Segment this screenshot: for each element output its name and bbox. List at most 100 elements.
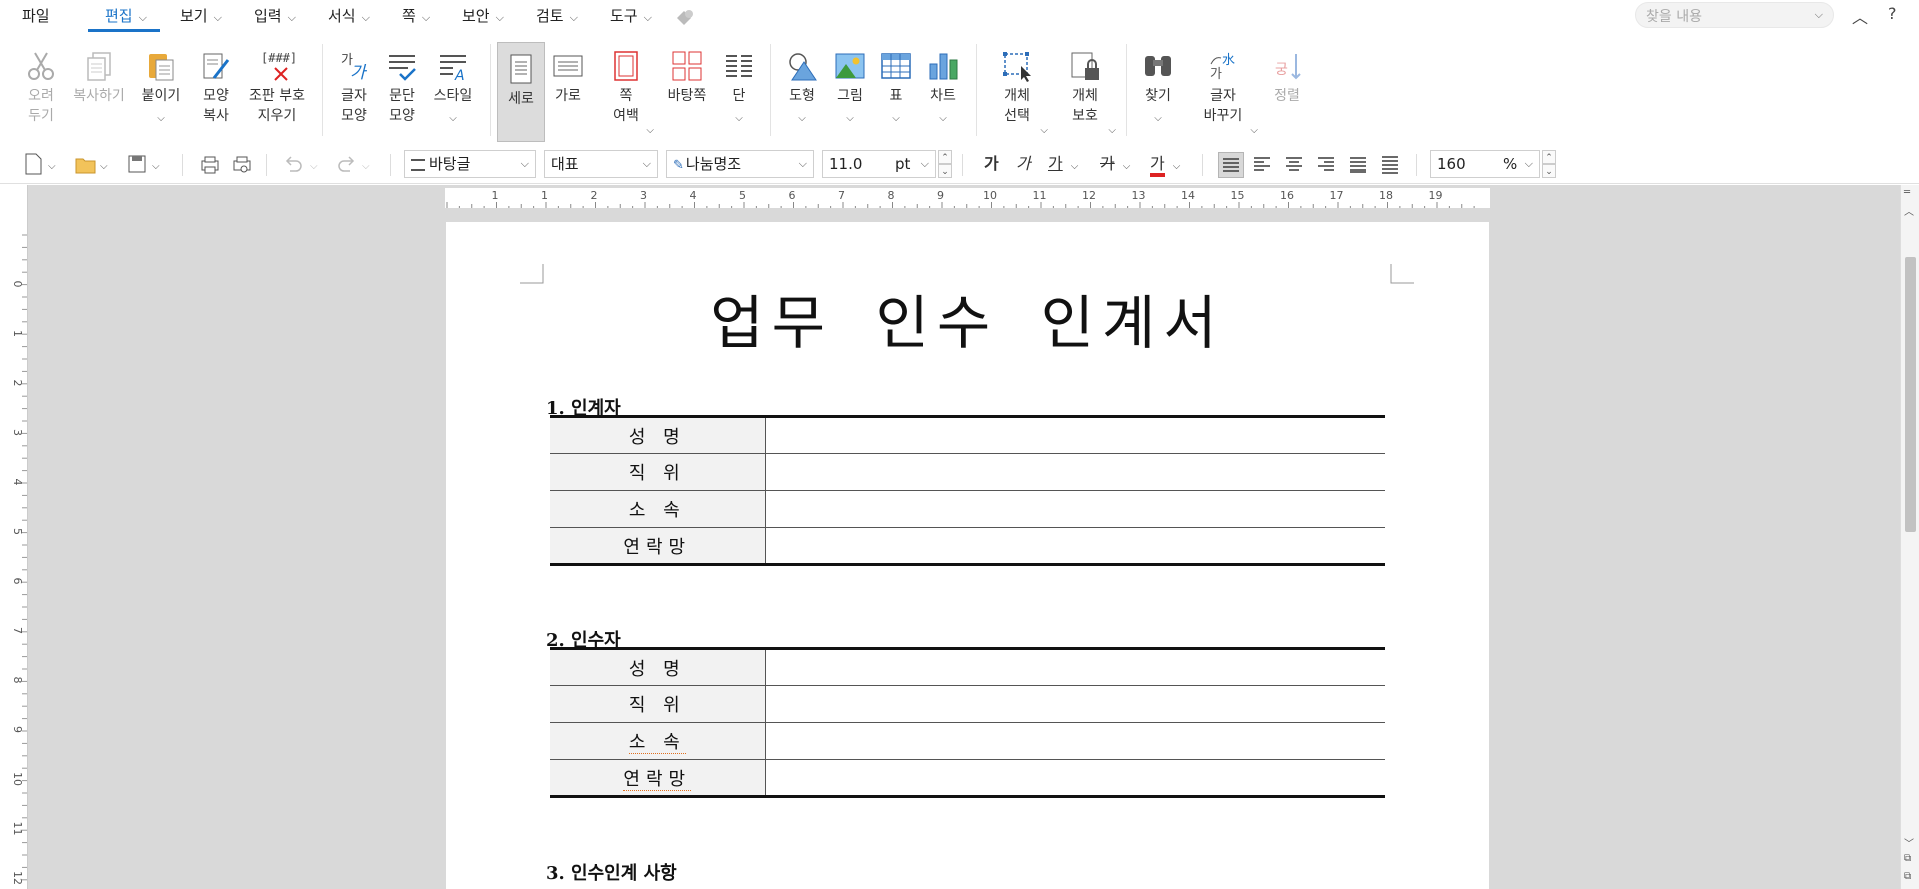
menu-page[interactable]: 쪽 ⌵: [402, 4, 430, 28]
menu-tools[interactable]: 도구 ⌵: [610, 4, 652, 28]
value-cell[interactable]: [765, 453, 1385, 491]
document-page[interactable]: 업무 인수 인계서 1. 인계자 성 명 직 위 소 속 연락망 2. 인수자 …: [446, 222, 1489, 889]
style-select[interactable]: 바탕글 ⌵: [404, 150, 536, 178]
object-protect-button[interactable]: 개체 보호 ⌵: [1064, 40, 1116, 140]
font-color-button[interactable]: 가 ⌵: [1150, 150, 1180, 178]
value-cell[interactable]: [765, 490, 1385, 528]
table-row[interactable]: 직 위: [550, 685, 1385, 723]
clear-marks-button[interactable]: [###] 조판 부호 지우기: [244, 40, 310, 140]
table-row[interactable]: 소 속: [550, 490, 1385, 528]
chevron-down-icon[interactable]: ⌵: [1815, 8, 1823, 22]
value-cell[interactable]: [765, 416, 1385, 454]
scrollbar-thumb[interactable]: [1905, 257, 1916, 532]
scroll-up-icon[interactable]: ︿: [1904, 203, 1914, 218]
chevron-down-icon[interactable]: ⌵: [921, 151, 929, 177]
value-cell[interactable]: [765, 722, 1385, 760]
menu-review[interactable]: 검토 ⌵: [536, 4, 578, 28]
table-row[interactable]: 소 속: [550, 722, 1385, 760]
row-label[interactable]: 연락망: [550, 759, 766, 797]
handover-person-table[interactable]: 성 명 직 위 소 속 연락망: [550, 415, 1385, 566]
open-button[interactable]: ⌵: [74, 151, 112, 177]
char-shape-button[interactable]: 가가 글자 모양: [332, 40, 376, 140]
table-row[interactable]: 직 위: [550, 453, 1385, 491]
row-label[interactable]: 소 속: [550, 722, 766, 760]
menu-format[interactable]: 서식 ⌵: [328, 4, 370, 28]
sort-button[interactable]: 궁 정렬: [1268, 40, 1306, 140]
underline-button[interactable]: 가 ⌵: [1048, 150, 1078, 178]
align-justify-button[interactable]: [1218, 152, 1244, 178]
align-center-button[interactable]: [1282, 152, 1308, 178]
table-row[interactable]: 연락망: [550, 759, 1385, 797]
zoom-stepper[interactable]: ⌃ ⌄: [1542, 150, 1556, 178]
table-row[interactable]: 성 명: [550, 648, 1385, 686]
print-button[interactable]: [198, 151, 220, 177]
page-down-icon[interactable]: ⧉: [1904, 871, 1911, 882]
vertical-scrollbar[interactable]: ═ ︿ ﹀ ⧉ ⧉: [1900, 185, 1919, 889]
font-size-field[interactable]: 11.0 pt ⌵: [822, 150, 936, 178]
chart-button[interactable]: 차트 ⌵: [922, 40, 964, 140]
columns-button[interactable]: 단 ⌵: [720, 40, 758, 140]
menu-view[interactable]: 보기 ⌵: [180, 4, 222, 28]
menu-security[interactable]: 보안 ⌵: [462, 4, 504, 28]
row-label[interactable]: 성 명: [550, 648, 766, 686]
strike-button[interactable]: 가 ⌵: [1100, 150, 1130, 178]
row-label[interactable]: 직 위: [550, 453, 766, 491]
cut-button[interactable]: 오려 두기: [20, 40, 62, 140]
save-button[interactable]: ⌵: [126, 151, 164, 177]
stepper-down-icon[interactable]: ⌄: [938, 164, 952, 178]
split-view-icon[interactable]: ═: [1904, 187, 1910, 198]
scroll-down-icon[interactable]: ﹀: [1904, 835, 1914, 850]
chevron-down-icon[interactable]: ⌵: [1525, 151, 1533, 177]
receiver-person-table[interactable]: 성 명 직 위 소 속 연락망: [550, 647, 1385, 798]
master-page-button[interactable]: 바탕쪽: [664, 40, 710, 140]
copy-button[interactable]: 복사하기: [68, 40, 130, 140]
style-button[interactable]: A 스타일 ⌵: [428, 40, 478, 140]
page-up-icon[interactable]: ⧉: [1904, 853, 1911, 864]
value-cell[interactable]: [765, 685, 1385, 723]
picture-button[interactable]: 그림 ⌵: [830, 40, 870, 140]
table-row[interactable]: 성 명: [550, 416, 1385, 454]
collapse-ribbon-icon[interactable]: ︿: [1852, 4, 1868, 28]
menu-insert[interactable]: 입력 ⌵: [254, 4, 296, 28]
menu-file[interactable]: 파일: [22, 4, 50, 28]
menu-edit[interactable]: 편집 ⌵: [105, 4, 147, 28]
shape-button[interactable]: 도형 ⌵: [782, 40, 822, 140]
row-label[interactable]: 소 속: [550, 490, 766, 528]
landscape-button[interactable]: 가로: [548, 40, 588, 140]
document-title[interactable]: 업무 인수 인계서: [446, 276, 1489, 360]
zoom-field[interactable]: 160 % ⌵: [1430, 150, 1540, 178]
align-distribute-button[interactable]: [1346, 152, 1372, 178]
char-replace-button[interactable]: 가水 글자 바꾸기 ⌵: [1198, 40, 1258, 140]
new-document-button[interactable]: ⌵: [22, 151, 60, 177]
stepper-up-icon[interactable]: ⌃: [1542, 150, 1556, 164]
font-lang-select[interactable]: 대표 ⌵: [544, 150, 658, 178]
stepper-up-icon[interactable]: ⌃: [938, 150, 952, 164]
value-cell[interactable]: [765, 760, 1385, 797]
redo-button[interactable]: ⌵: [334, 151, 374, 177]
page-margin-button[interactable]: 쪽 여백 ⌵: [606, 40, 654, 140]
value-cell[interactable]: [765, 648, 1385, 686]
font-size-stepper[interactable]: ⌃ ⌄: [938, 150, 952, 178]
table-button[interactable]: 표 ⌵: [878, 40, 914, 140]
extensions-icon[interactable]: [675, 8, 695, 26]
find-button[interactable]: 찾기 ⌵: [1138, 40, 1178, 140]
bold-button[interactable]: 가: [984, 150, 999, 178]
font-name-select[interactable]: ✎ 나눔명조 ⌵: [666, 150, 814, 178]
portrait-button[interactable]: 세로: [497, 42, 545, 142]
object-select-button[interactable]: 개체 선택 ⌵: [996, 40, 1048, 140]
row-label[interactable]: 연락망: [550, 527, 766, 565]
align-divide-button[interactable]: [1378, 152, 1404, 178]
table-row[interactable]: 연락망: [550, 527, 1385, 565]
align-right-button[interactable]: [1314, 152, 1340, 178]
format-copy-button[interactable]: 모양 복사: [194, 40, 238, 140]
document-workspace[interactable]: 0 1 2 3 4 5 6 7 8 9 10 11 12 1 1 2 3 4 5 6 7 8 9 10 11 12 13 14 15 1…: [0, 185, 1900, 889]
para-shape-button[interactable]: 문단 모양: [380, 40, 424, 140]
section-heading[interactable]: 3. 인수인계 사항: [546, 859, 677, 885]
print-preview-button[interactable]: [230, 151, 252, 177]
search-input[interactable]: 찾을 내용 ⌵: [1635, 2, 1834, 28]
help-icon[interactable]: ?: [1888, 4, 1897, 23]
undo-button[interactable]: ⌵: [282, 151, 322, 177]
align-left-button[interactable]: [1250, 152, 1276, 178]
stepper-down-icon[interactable]: ⌄: [1542, 164, 1556, 178]
value-cell[interactable]: [765, 528, 1385, 565]
